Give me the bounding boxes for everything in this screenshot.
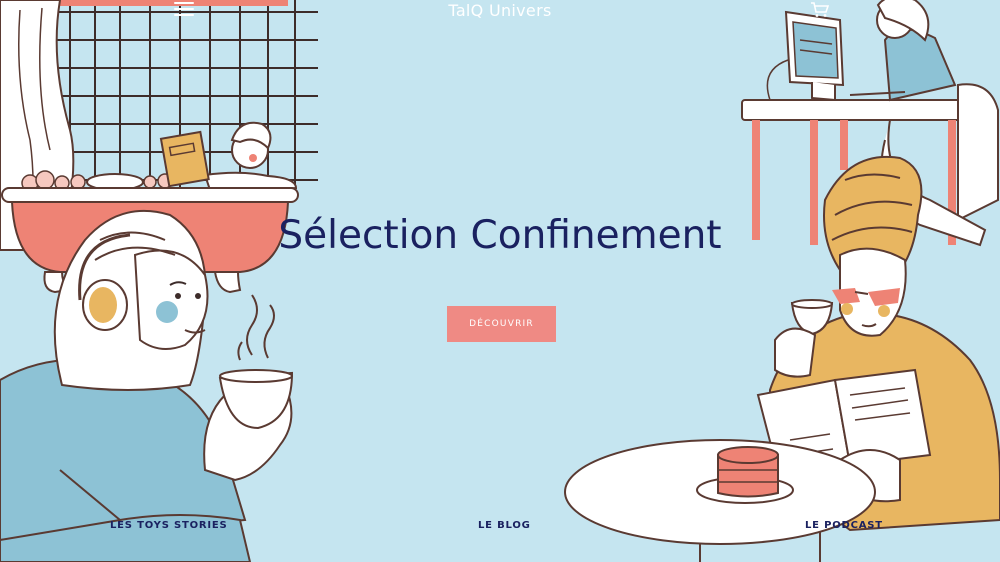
nav-link-podcast[interactable]: LE PODCAST [805, 520, 883, 531]
hero-section: TalQ Univers Sélection Confinement DÉCOU… [0, 0, 1000, 562]
hero-illustration [0, 0, 1000, 562]
table-illustration [564, 439, 876, 562]
nav-link-blog[interactable]: LE BLOG [478, 520, 531, 531]
discover-button[interactable]: DÉCOUVRIR [447, 306, 556, 342]
brand-logo[interactable]: TalQ Univers [0, 1, 1000, 20]
hero-title: Sélection Confinement [278, 213, 722, 258]
shopping-cart-icon[interactable] [810, 2, 830, 18]
nav-link-toys-stories[interactable]: LES TOYS STORIES [110, 520, 228, 531]
